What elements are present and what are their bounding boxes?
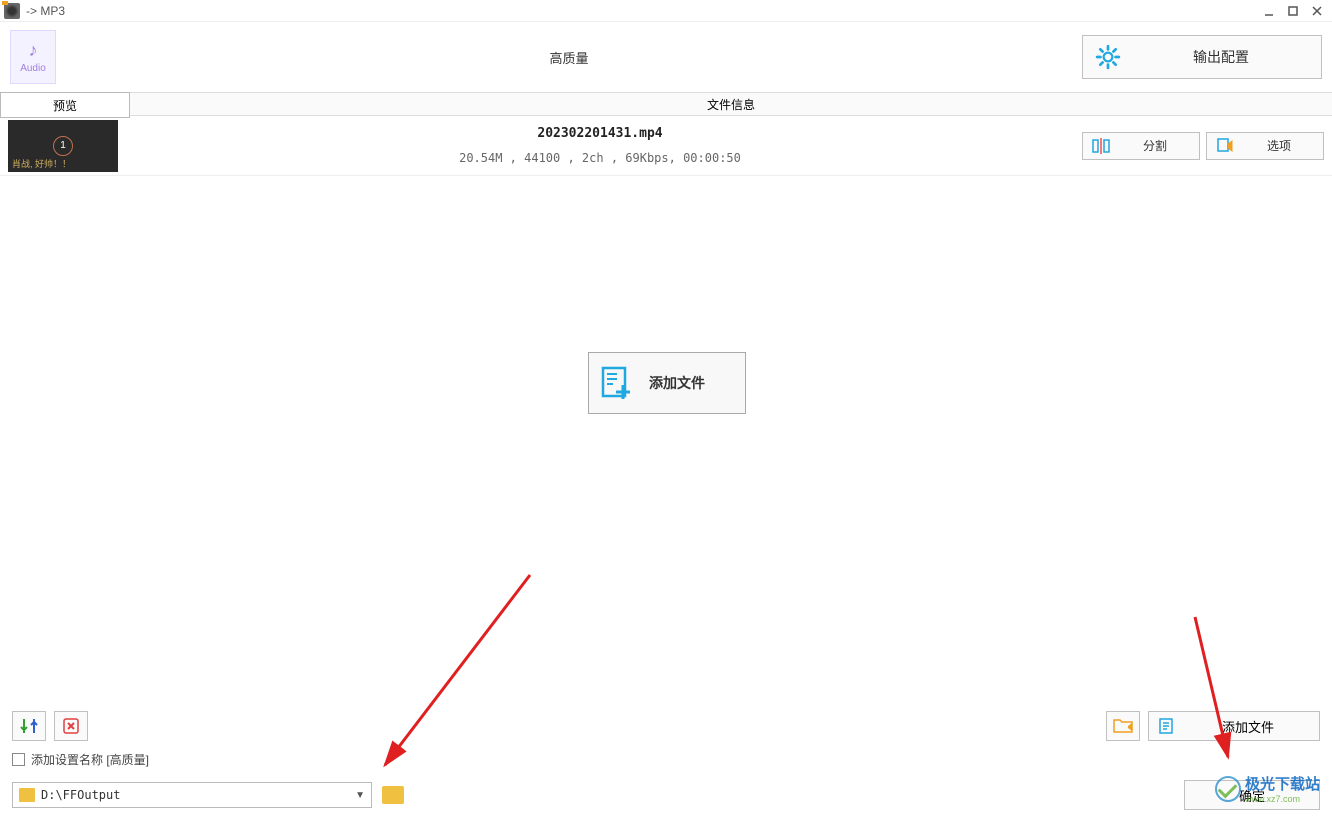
- app-icon: [4, 3, 20, 19]
- music-note-icon: ♪: [29, 40, 38, 61]
- file-row[interactable]: 1 肖战, 好帅！！ 202302201431.mp4 20.54M , 441…: [0, 116, 1332, 176]
- video-thumbnail[interactable]: 1 肖战, 好帅！！: [8, 120, 118, 172]
- merge-icon: [19, 716, 39, 736]
- chevron-down-icon: ▼: [355, 790, 365, 801]
- close-button[interactable]: [1306, 2, 1328, 20]
- file-info: 202302201431.mp4 20.54M , 44100 , 2ch , …: [118, 126, 1082, 165]
- file-actions: 分割 选项: [1082, 132, 1324, 160]
- audio-format-tile[interactable]: ♪ Audio: [10, 30, 56, 84]
- maximize-button[interactable]: [1282, 2, 1304, 20]
- toolbar: ♪ Audio 高质量 输出配置: [0, 22, 1332, 92]
- split-icon: [1091, 136, 1111, 156]
- options-button[interactable]: 选项: [1206, 132, 1324, 160]
- output-path-row: D:\FFOutput ▼ 确定: [12, 780, 1320, 810]
- bottom-panel: 添加文件 添加设置名称 [高质量] D:\FFOutput ▼ 确定: [0, 703, 1332, 820]
- output-config-button[interactable]: 输出配置: [1082, 35, 1322, 79]
- options-icon: [1215, 136, 1235, 156]
- gear-icon: [1095, 44, 1121, 70]
- add-file-button[interactable]: 添加文件: [1148, 711, 1320, 741]
- fileinfo-column-header[interactable]: 文件信息: [130, 93, 1332, 115]
- add-settings-name-label: 添加设置名称 [高质量]: [31, 751, 149, 768]
- quality-label: 高质量: [56, 48, 1082, 67]
- file-name: 202302201431.mp4: [118, 126, 1082, 141]
- folder-open-icon: [1112, 717, 1134, 735]
- browse-folder-button[interactable]: [380, 782, 406, 808]
- add-file-center-label: 添加文件: [649, 373, 705, 393]
- add-file-label: 添加文件: [1185, 717, 1311, 736]
- options-label: 选项: [1243, 137, 1315, 154]
- window-controls: [1258, 2, 1328, 20]
- bottom-toolbar: 添加文件: [12, 711, 1320, 741]
- audio-label: Audio: [20, 63, 46, 74]
- confirm-button[interactable]: 确定: [1184, 780, 1320, 810]
- output-config-label: 输出配置: [1133, 47, 1309, 67]
- folder-icon: [19, 788, 35, 802]
- thumbnail-caption: 肖战, 好帅！！: [12, 157, 71, 170]
- settings-name-row: 添加设置名称 [高质量]: [12, 751, 1320, 768]
- column-headers: 预览 文件信息: [0, 92, 1332, 116]
- add-settings-name-checkbox[interactable]: [12, 753, 25, 766]
- remove-icon: [61, 716, 81, 736]
- folder-large-icon: [382, 786, 404, 804]
- confirm-label: 确定: [1239, 786, 1265, 805]
- add-file-list-icon: [1157, 716, 1177, 736]
- thumbnail-badge: 1: [53, 136, 73, 156]
- merge-button[interactable]: [12, 711, 46, 741]
- file-metadata: 20.54M , 44100 , 2ch , 69Kbps, 00:00:50: [118, 151, 1082, 165]
- open-output-folder-button[interactable]: [1106, 711, 1140, 741]
- split-label: 分割: [1119, 137, 1191, 154]
- add-file-center-button[interactable]: 添加文件: [588, 352, 746, 414]
- split-button[interactable]: 分割: [1082, 132, 1200, 160]
- remove-button[interactable]: [54, 711, 88, 741]
- output-path-text: D:\FFOutput: [41, 788, 120, 802]
- preview-column-header[interactable]: 预览: [0, 92, 130, 118]
- window-title: -> MP3: [26, 4, 65, 18]
- titlebar: -> MP3: [0, 0, 1332, 22]
- add-file-icon: [599, 365, 635, 401]
- output-path-dropdown[interactable]: D:\FFOutput ▼: [12, 782, 372, 808]
- minimize-button[interactable]: [1258, 2, 1280, 20]
